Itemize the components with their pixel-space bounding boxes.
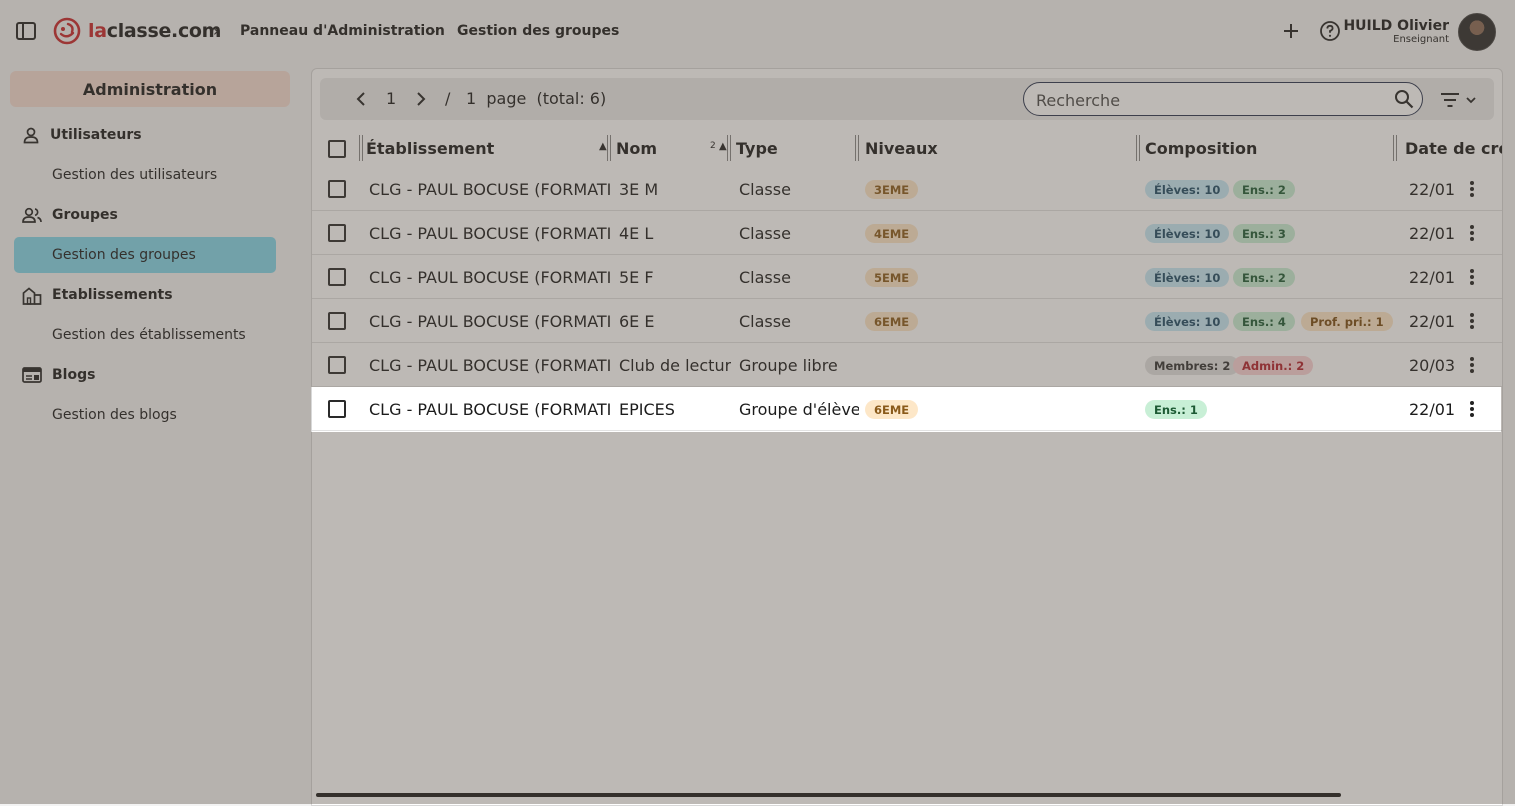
level-chip: 6EME (865, 400, 919, 419)
modal-backdrop (1501, 387, 1515, 432)
modal-backdrop (0, 387, 311, 432)
row-menu-icon[interactable] (1464, 400, 1480, 418)
cell-date: 22/01/ (1409, 400, 1455, 419)
modal-backdrop (0, 0, 1515, 387)
row-checkbox[interactable] (328, 400, 346, 418)
cell-etablissement: CLG - PAUL BOCUSE (FORMATION) (369, 400, 611, 419)
composition-chip-ens: Ens.: 1 (1145, 400, 1207, 419)
modal-backdrop (0, 432, 1515, 804)
cell-type: Groupe d'élèves (739, 400, 859, 419)
table-row[interactable]: CLG - PAUL BOCUSE (FORMATION) EPICES Group… (312, 387, 1502, 431)
cell-nom: EPICES (619, 400, 675, 419)
